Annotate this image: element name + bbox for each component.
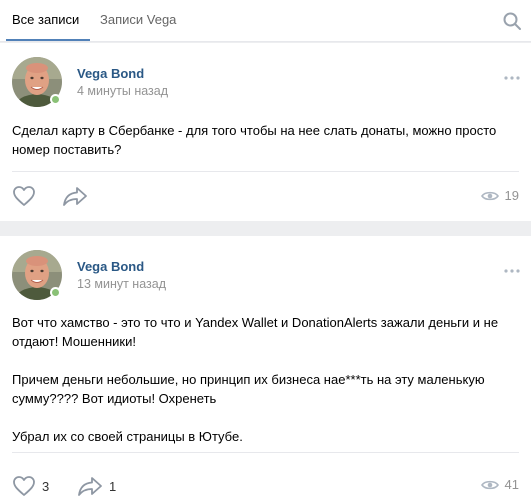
active-tab-indicator (6, 39, 90, 41)
post-text: Вот что хамство - это то что и Yandex Wa… (12, 313, 511, 446)
views-count: 41 (504, 477, 519, 492)
heart-icon (13, 476, 35, 496)
like-button[interactable] (12, 185, 42, 207)
post-time[interactable]: 13 минут назад (77, 277, 166, 291)
online-indicator (50, 94, 61, 105)
views-count: 19 (504, 188, 519, 203)
wall-tabs: Все записи Записи Vega (0, 0, 531, 42)
share-count: 1 (109, 478, 117, 494)
more-icon[interactable] (503, 69, 521, 80)
eye-icon (480, 480, 499, 489)
views-counter: 19 (480, 188, 519, 203)
views-counter: 41 (480, 477, 519, 492)
more-icon[interactable] (503, 262, 521, 273)
post-time[interactable]: 4 минуты назад (77, 84, 168, 98)
tab-all-posts[interactable]: Все записи (12, 12, 79, 27)
like-count: 3 (42, 478, 50, 494)
heart-icon (13, 186, 35, 206)
share-arrow-icon (63, 187, 87, 206)
wall-post: Vega Bond 13 минут назад Вот что хамство… (0, 236, 531, 502)
share-button[interactable]: 1 (77, 476, 116, 496)
avatar[interactable] (12, 57, 62, 107)
post-paragraph: Причем деньги небольшие, но принцип их б… (12, 372, 485, 406)
post-author[interactable]: Vega Bond (77, 259, 144, 274)
divider (12, 171, 519, 172)
avatar[interactable] (12, 250, 62, 300)
share-arrow-icon (78, 477, 102, 496)
online-indicator (50, 287, 61, 298)
post-text: Сделал карту в Сбербанке - для того чтоб… (12, 121, 511, 159)
share-button[interactable] (62, 186, 94, 206)
like-button[interactable]: 3 (12, 475, 49, 497)
post-paragraph: Сделал карту в Сбербанке - для того чтоб… (12, 123, 497, 157)
divider (12, 452, 519, 453)
search-icon[interactable] (501, 10, 523, 32)
post-author[interactable]: Vega Bond (77, 66, 144, 81)
post-paragraph: Вот что хамство - это то что и Yandex Wa… (12, 315, 499, 349)
tab-owner-posts[interactable]: Записи Vega (100, 12, 176, 27)
post-paragraph: Убрал их со своей страницы в Ютубе. (12, 429, 243, 444)
eye-icon (480, 191, 499, 200)
wall-post: Vega Bond 4 минуты назад Сделал карту в … (0, 43, 531, 221)
